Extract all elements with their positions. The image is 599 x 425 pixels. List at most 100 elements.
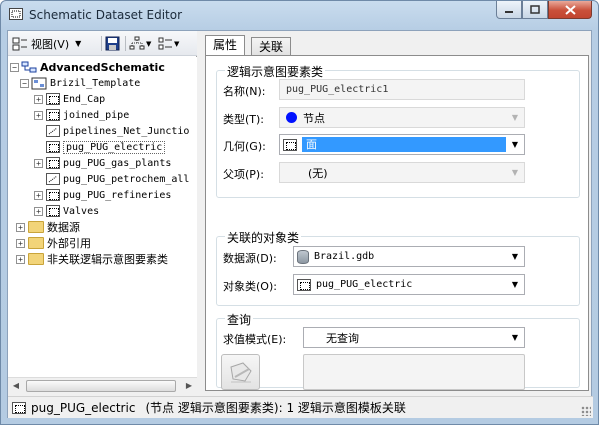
- tree-folder[interactable]: + 数据源: [16, 219, 80, 235]
- tree-item[interactable]: + pug_PUG_refineries: [34, 187, 171, 203]
- toolbar-separator: [125, 36, 126, 51]
- tree-template[interactable]: − Brizil_Template: [20, 75, 140, 91]
- tree-item-label: pug_PUG_refineries: [63, 189, 172, 201]
- chevron-down-icon: ▼: [511, 333, 519, 342]
- expand-toggle[interactable]: +: [34, 206, 43, 216]
- tree-root-label: AdvancedSchematic: [40, 60, 165, 74]
- tree-folder-label: 外部引用: [47, 237, 91, 250]
- list-options-button[interactable]: ▼: [158, 35, 179, 52]
- scroll-right-icon[interactable]: ▶: [181, 378, 197, 394]
- horizontal-scrollbar[interactable]: ◀ ▶: [8, 377, 197, 393]
- tree-folder[interactable]: + 非关联逻辑示意图要素类: [16, 251, 168, 267]
- eval-mode-value: 无查询: [326, 331, 359, 345]
- minimize-icon: [505, 10, 513, 13]
- object-class-group: 关联的对象类 数据源(D): Brazil.gdb ▼ 对象类(O): pug_…: [216, 229, 580, 306]
- title-bar[interactable]: Schematic Dataset Editor: [1, 1, 598, 30]
- node-class-icon: [46, 205, 60, 217]
- expand-toggle[interactable]: +: [16, 238, 25, 248]
- chevron-down-icon: ▼: [75, 39, 82, 48]
- feature-class-group: 逻辑示意图要素类 名称(N): pug_PUG_electric1 类型(T):…: [216, 63, 580, 198]
- expand-toggle[interactable]: +: [16, 254, 25, 264]
- query-builder-button[interactable]: [221, 354, 260, 390]
- expand-toggle[interactable]: +: [34, 190, 43, 200]
- list-icon: [158, 37, 172, 49]
- link-class-icon: [46, 173, 60, 185]
- tree-item[interactable]: + joined_pipe: [34, 107, 129, 123]
- status-detail: (节点 逻辑示意图要素类): 1 逻辑示意图模板关联: [145, 401, 406, 415]
- tree-item-label: pipelines_Net_Junctio: [63, 125, 190, 137]
- tree-folder[interactable]: + 外部引用: [16, 235, 91, 251]
- tree-item[interactable]: + pug_PUG_gas_plants: [34, 155, 171, 171]
- expand-toggle[interactable]: +: [16, 222, 25, 232]
- query-group: 查询 求值模式(E): 无查询 ▼: [216, 311, 580, 390]
- app-icon: [9, 8, 23, 20]
- eval-mode-select[interactable]: 无查询 ▼: [303, 327, 525, 348]
- expand-toggle[interactable]: +: [34, 94, 43, 104]
- resize-grip-icon[interactable]: [581, 406, 591, 416]
- close-button[interactable]: [548, 1, 592, 19]
- query-expression-box[interactable]: [303, 354, 525, 390]
- layout-button[interactable]: ▼: [129, 35, 151, 52]
- object-class-select[interactable]: pug_PUG_electric ▼: [293, 274, 525, 295]
- parent-select[interactable]: (无) ▼: [279, 162, 525, 183]
- folder-icon: [28, 253, 44, 265]
- node-class-icon: [46, 141, 60, 153]
- node-class-icon: [46, 189, 60, 201]
- collapse-toggle[interactable]: −: [20, 78, 29, 88]
- tab-associations[interactable]: 关联: [251, 37, 292, 55]
- folder-icon: [28, 237, 44, 249]
- tree-item-label: pug_PUG_electric: [63, 140, 166, 154]
- tree-item[interactable]: + End_Cap: [34, 91, 105, 107]
- tree-item[interactable]: + Valves: [34, 203, 99, 219]
- tree-item-label: pug_PUG_gas_plants: [63, 157, 172, 169]
- chevron-down-icon: ▼: [511, 113, 519, 122]
- expand-toggle[interactable]: +: [34, 158, 43, 168]
- folder-icon: [28, 221, 44, 233]
- view-menu-label: 视图(V): [31, 37, 70, 51]
- tree-item[interactable]: pipelines_Net_Junctio: [34, 123, 189, 139]
- tree-root[interactable]: − AdvancedSchematic: [10, 59, 165, 75]
- minimize-button[interactable]: [496, 1, 522, 19]
- left-pane: 视图(V) ▼ ▼ ▼ − AdvancedSchematic − Brizil…: [8, 31, 197, 393]
- datasource-select[interactable]: Brazil.gdb ▼: [293, 246, 525, 267]
- scroll-thumb[interactable]: [26, 380, 176, 392]
- expand-toggle[interactable]: +: [34, 110, 43, 120]
- group-title: 逻辑示意图要素类: [225, 63, 326, 80]
- node-class-icon: [46, 93, 60, 105]
- save-button[interactable]: [105, 35, 120, 52]
- object-class-label: 对象类(O):: [223, 280, 277, 293]
- schematic-tree: − AdvancedSchematic − Brizil_Template + …: [8, 57, 197, 377]
- view-menu-button[interactable]: 视图(V) ▼: [12, 35, 81, 52]
- view-icon: [12, 37, 27, 50]
- tree-item-label: joined_pipe: [63, 109, 130, 121]
- chevron-down-icon: ▼: [511, 280, 519, 289]
- save-icon: [105, 36, 120, 51]
- database-icon: [297, 249, 309, 264]
- eraser-icon: [229, 362, 252, 383]
- group-title: 关联的对象类: [225, 229, 302, 246]
- node-type-icon: [286, 112, 297, 123]
- schematic-dataset-icon: [21, 61, 37, 72]
- right-pane: 属性 关联 逻辑示意图要素类 名称(N): pug_PUG_electric1 …: [201, 31, 591, 393]
- status-name: pug_PUG_electric: [31, 400, 136, 415]
- properties-panel: 逻辑示意图要素类 名称(N): pug_PUG_electric1 类型(T):…: [205, 55, 589, 391]
- name-value: pug_PUG_electric1: [286, 84, 389, 95]
- tree-item[interactable]: pug_PUG_petrochem_all: [34, 171, 189, 187]
- node-class-icon: [297, 278, 311, 291]
- toolbar-separator: [101, 36, 102, 51]
- scroll-left-icon[interactable]: ◀: [8, 378, 24, 394]
- status-bar: pug_PUG_electric (节点 逻辑示意图要素类): 1 逻辑示意图模…: [8, 396, 593, 418]
- tree-item-label: End_Cap: [63, 93, 106, 105]
- tree-folder-label: 数据源: [47, 221, 80, 234]
- tab-properties[interactable]: 属性: [205, 35, 246, 55]
- geometry-select[interactable]: 面 ▼: [279, 134, 525, 155]
- tree-template-label: Brizil_Template: [50, 77, 141, 89]
- maximize-button[interactable]: [522, 1, 548, 19]
- tree-item-selected[interactable]: pug_PUG_electric: [34, 139, 166, 155]
- name-field[interactable]: pug_PUG_electric1: [279, 79, 525, 100]
- datasource-label: 数据源(D):: [223, 252, 277, 265]
- node-class-icon: [46, 109, 60, 121]
- type-select[interactable]: 节点 ▼: [279, 107, 525, 128]
- template-icon: [31, 77, 47, 89]
- collapse-toggle[interactable]: −: [10, 62, 19, 72]
